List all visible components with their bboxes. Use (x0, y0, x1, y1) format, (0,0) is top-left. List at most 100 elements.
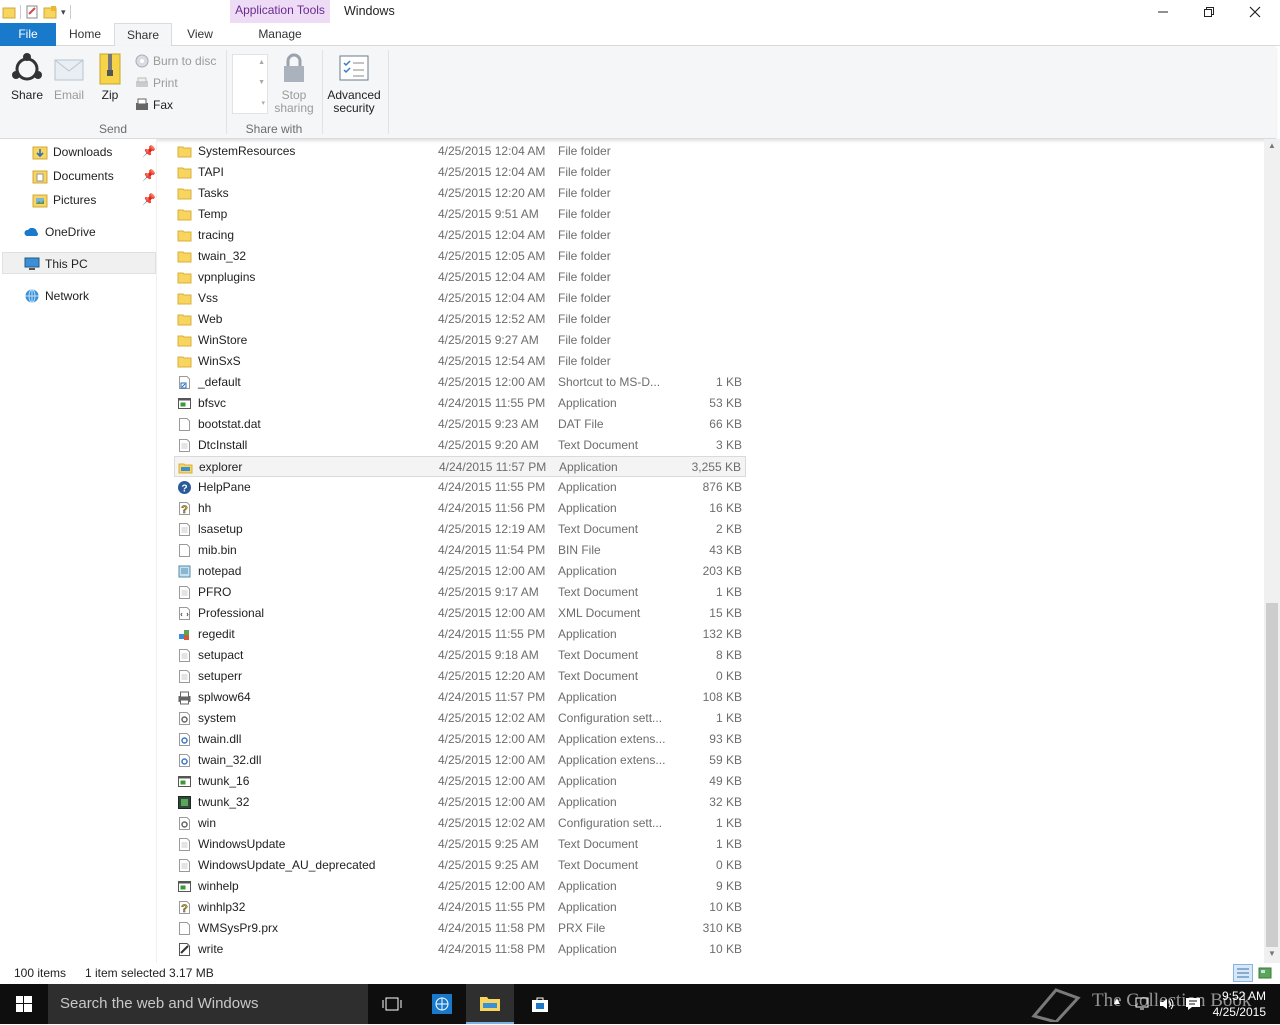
file-row[interactable]: lsasetup 4/25/2015 12:19 AM Text Document 2… (174, 519, 746, 540)
burn-to-disc-button[interactable]: Burn to disc (135, 54, 216, 68)
file-row[interactable]: _default 4/25/2015 12:00 AM Shortcut to MS… (174, 372, 746, 393)
file-row[interactable]: mib.bin 4/24/2015 11:54 PM BIN File 43 KB (174, 540, 746, 561)
file-row[interactable]: twunk_32 4/25/2015 12:00 AM Application 32 … (174, 792, 746, 813)
email-button[interactable]: Email (52, 52, 86, 102)
taskbar-file-explorer[interactable] (466, 984, 514, 1024)
file-row[interactable]: twain.dll 4/25/2015 12:00 AM Application e… (174, 729, 746, 750)
large-icons-view-button[interactable] (1257, 965, 1273, 984)
file-type: Application (559, 460, 618, 474)
share-label: Share (10, 88, 44, 102)
file-row[interactable]: write 4/24/2015 11:58 PM Application 10 KB (174, 939, 746, 960)
nav-this-pc[interactable]: This PC (23, 254, 88, 274)
file-row[interactable]: win 4/25/2015 12:02 AM Configuration sett.… (174, 813, 746, 834)
vertical-scrollbar[interactable]: ▲ ▼ (1264, 139, 1280, 963)
file-row[interactable]: WinStore 4/25/2015 9:27 AM File folder (174, 330, 746, 351)
action-center-icon[interactable] (1184, 996, 1202, 1015)
file-row[interactable]: DtcInstall 4/25/2015 9:20 AM Text Document… (174, 435, 746, 456)
pin-icon[interactable]: 📌 (142, 169, 156, 182)
properties-icon[interactable] (25, 5, 39, 19)
tab-manage[interactable]: Manage (230, 23, 330, 46)
file-row[interactable]: notepad 4/25/2015 12:00 AM Application 203 … (174, 561, 746, 582)
file-date-modified: 4/24/2015 11:56 PM (438, 501, 546, 515)
nav-documents[interactable]: Documents (32, 166, 114, 186)
downloads-folder-icon (32, 146, 48, 160)
tab-share[interactable]: Share (114, 23, 172, 47)
zip-button[interactable]: Zip (96, 52, 124, 102)
file-name: PFRO (198, 585, 232, 599)
nav-pictures[interactable]: Pictures (32, 190, 96, 210)
file-row[interactable]: SystemResources 4/25/2015 12:04 AM File fo… (174, 141, 746, 162)
details-view-button[interactable] (1233, 964, 1253, 982)
nav-onedrive[interactable]: OneDrive (23, 222, 96, 242)
print-button[interactable]: Print (135, 76, 178, 90)
nav-downloads[interactable]: Downloads (32, 142, 112, 162)
file-row[interactable]: regedit 4/24/2015 11:55 PM Application 132 … (174, 624, 746, 645)
file-row[interactable]: TAPI 4/25/2015 12:04 AM File folder (174, 162, 746, 183)
file-row[interactable]: Professional 4/25/2015 12:00 AM XML Docume… (174, 603, 746, 624)
file-row[interactable]: Temp 4/25/2015 9:51 AM File folder (174, 204, 746, 225)
file-row[interactable]: tracing 4/25/2015 12:04 AM File folder (174, 225, 746, 246)
file-row[interactable]: twunk_16 4/25/2015 12:00 AM Application 49 … (174, 771, 746, 792)
file-row[interactable]: WMSysPr9.prx 4/24/2015 11:58 PM PRX File 31… (174, 918, 746, 939)
file-row[interactable]: explorer 4/24/2015 11:57 PM Application 3,2… (174, 456, 746, 477)
stop-sharing-button[interactable]: Stop sharing (272, 52, 316, 115)
file-row[interactable]: setupact 4/25/2015 9:18 AM Text Document 8 … (174, 645, 746, 666)
scrollbar-thumb[interactable] (1266, 603, 1278, 947)
file-row[interactable]: bootstat.dat 4/25/2015 9:23 AM DAT File 66 … (174, 414, 746, 435)
tab-view[interactable]: View (174, 23, 226, 46)
taskbar-edge[interactable] (418, 984, 466, 1024)
file-type: XML Document (558, 606, 641, 620)
file-row[interactable]: splwow64 4/24/2015 11:57 PM Application 108… (174, 687, 746, 708)
tab-home[interactable]: Home (58, 23, 112, 46)
file-row[interactable]: setuperr 4/25/2015 12:20 AM Text Document 0… (174, 666, 746, 687)
restore-button[interactable] (1186, 0, 1232, 23)
share-button[interactable]: Share (8, 52, 46, 102)
file-row[interactable]: twain_32 4/25/2015 12:05 AM File folder (174, 246, 746, 267)
file-row[interactable]: Web 4/25/2015 12:52 AM File folder (174, 309, 746, 330)
file-row[interactable]: ? HelpPane 4/24/2015 11:55 PM Application 87… (174, 477, 746, 498)
file-name: WinSxS (198, 354, 241, 368)
file-row[interactable]: bfsvc 4/24/2015 11:55 PM Application 53 KB (174, 393, 746, 414)
file-row[interactable]: WinSxS 4/25/2015 12:54 AM File folder (174, 351, 746, 372)
more-icon[interactable]: ▾ (261, 99, 265, 107)
system-clock[interactable]: 9:52 AM 4/25/2015 (1213, 988, 1266, 1020)
taskbar-search-box[interactable]: Search the web and Windows (48, 984, 368, 1024)
file-row[interactable]: Tasks 4/25/2015 12:20 AM File folder (174, 183, 746, 204)
nav-network[interactable]: Network (23, 286, 89, 306)
new-folder-icon[interactable] (43, 5, 57, 19)
network-status-icon[interactable] (1134, 996, 1152, 1015)
file-row[interactable]: WindowsUpdate_AU_deprecated 4/25/2015 9:2… (174, 855, 746, 876)
task-view-button[interactable] (368, 984, 416, 1024)
file-size: 1 KB (715, 837, 742, 851)
share-with-list[interactable]: ▲ ▼ ▾ (232, 54, 268, 114)
show-hidden-icons-icon[interactable]: ▲ (1112, 996, 1122, 1007)
taskbar-store[interactable] (516, 984, 564, 1024)
file-row[interactable]: ? winhlp32 4/24/2015 11:55 PM Application 10… (174, 897, 746, 918)
file-size: 3 KB (715, 438, 742, 452)
scroll-up-arrow-icon[interactable]: ▲ (1268, 141, 1276, 150)
advanced-security-button[interactable]: Advanced security (326, 52, 382, 115)
scroll-down-icon[interactable]: ▼ (258, 79, 265, 86)
volume-icon[interactable] (1158, 996, 1176, 1015)
start-button[interactable] (0, 984, 48, 1024)
folder-icon[interactable] (2, 5, 16, 19)
scroll-up-icon[interactable]: ▲ (258, 59, 265, 66)
file-row[interactable]: WindowsUpdate 4/25/2015 9:25 AM Text Docum… (174, 834, 746, 855)
file-row[interactable]: ? hh 4/24/2015 11:56 PM Application 16 KB (174, 498, 746, 519)
file-row[interactable]: Vss 4/25/2015 12:04 AM File folder (174, 288, 746, 309)
file-row[interactable]: twain_32.dll 4/25/2015 12:00 AM Applicatio… (174, 750, 746, 771)
nav-this-pc-label: This PC (45, 257, 88, 271)
tab-file[interactable]: File (0, 23, 56, 46)
pin-icon[interactable]: 📌 (142, 193, 156, 206)
file-row[interactable]: system 4/25/2015 12:02 AM Configuration se… (174, 708, 746, 729)
minimize-button[interactable] (1140, 0, 1186, 23)
file-row[interactable]: winhelp 4/25/2015 12:00 AM Application 9 KB (174, 876, 746, 897)
scroll-down-arrow-icon[interactable]: ▼ (1268, 949, 1276, 958)
fax-button[interactable]: Fax (135, 98, 173, 112)
file-row[interactable]: PFRO 4/25/2015 9:17 AM Text Document 1 KB (174, 582, 746, 603)
file-name: tracing (198, 228, 235, 242)
file-row[interactable]: vpnplugins 4/25/2015 12:04 AM File folder (174, 267, 746, 288)
close-button[interactable] (1232, 0, 1278, 23)
customize-qat-icon[interactable]: ▾ (61, 7, 66, 18)
pin-icon[interactable]: 📌 (142, 145, 156, 158)
